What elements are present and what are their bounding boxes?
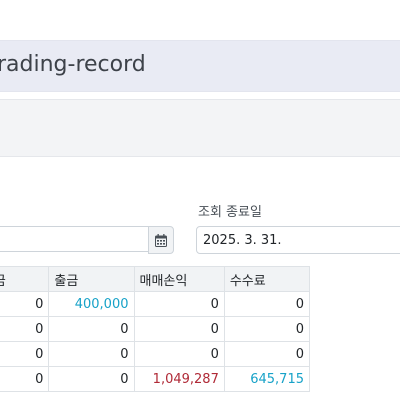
table-row: 0 0 400,000 0 0 — [0, 291, 311, 317]
withdrawal-cell: 0 — [48, 366, 135, 392]
end-date-input[interactable] — [196, 226, 400, 254]
withdrawal-cell: 0 — [48, 316, 135, 342]
fee-cell: 0 — [223, 316, 311, 342]
trading-pnl-cell: 0 — [133, 316, 225, 342]
table-row: 0 0 0 0 0 — [0, 341, 311, 367]
fee-cell: 645,715 — [223, 366, 311, 392]
trading-pnl-cell: 0 — [133, 291, 225, 317]
end-date-label: 조회 종료일 — [198, 205, 262, 220]
toolbar-area — [0, 99, 400, 157]
deposit-cell: 0 — [0, 366, 50, 392]
table-header-row: 입금 출금 매매손익 수수료 — [0, 266, 311, 292]
column-header-fee[interactable]: 수수료 — [223, 266, 311, 292]
withdrawal-cell: 0 — [48, 341, 135, 367]
deposit-cell: 0 — [0, 341, 50, 367]
column-header-deposit[interactable]: 입금 — [0, 266, 50, 292]
trading-pnl-cell: 0 — [133, 341, 225, 367]
start-date-field[interactable] — [0, 226, 148, 252]
deposit-cell: 0 — [0, 291, 50, 317]
page-title: rading-record — [0, 52, 146, 77]
table-row: 3 0 0 1,049,287 645,715 — [0, 366, 311, 392]
page-header: rading-record — [0, 40, 400, 92]
trading-pnl-cell: 1,049,287 — [133, 366, 225, 392]
table-row: 0 0 0 0 0 — [0, 316, 311, 342]
column-header-withdrawal[interactable]: 출금 — [48, 266, 135, 292]
deposit-cell: 0 — [0, 316, 50, 342]
fee-cell: 0 — [223, 341, 311, 367]
fee-cell: 0 — [223, 291, 311, 317]
column-header-trading-pnl[interactable]: 매매손익 — [133, 266, 225, 292]
withdrawal-cell: 400,000 — [48, 291, 135, 317]
trading-record-page: rading-record 조회 종료일 입금 출금 매매 — [0, 0, 400, 400]
records-table: 입금 출금 매매손익 수수료 0 0 400,000 0 0 0 0 0 0 0 — [0, 266, 311, 392]
calendar-button[interactable] — [148, 226, 174, 254]
calendar-icon — [155, 233, 167, 247]
